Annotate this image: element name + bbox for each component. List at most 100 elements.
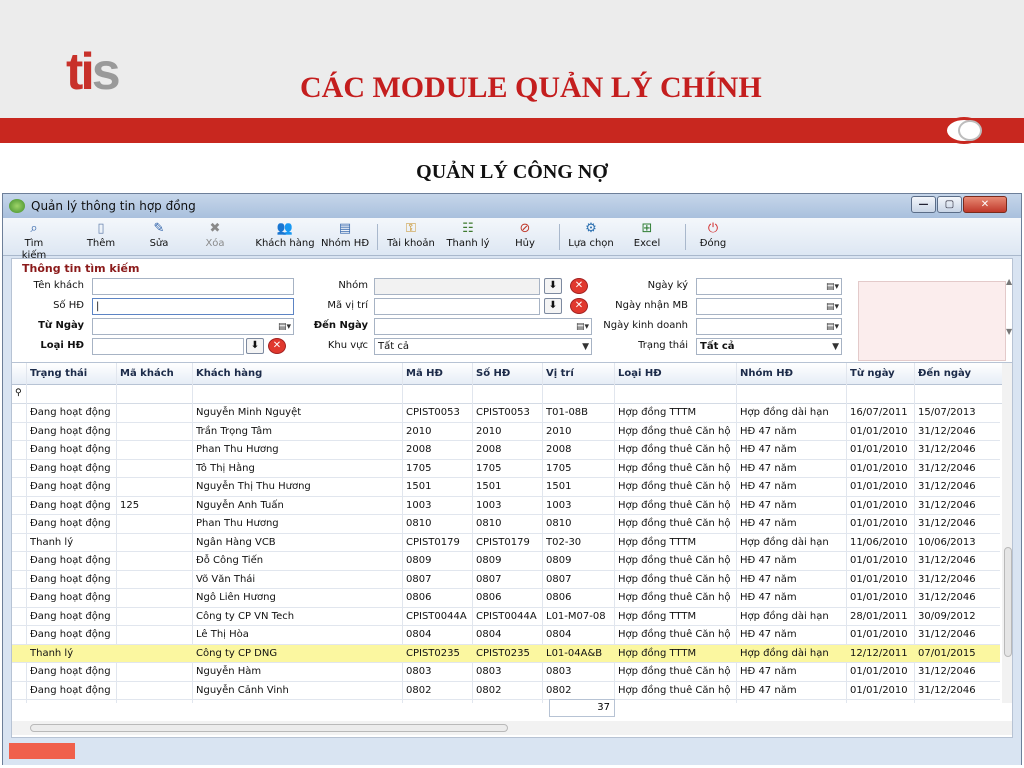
cell-position: 0804 (546, 629, 572, 640)
contract-group-button[interactable]: ▤ Nhóm HĐ (319, 220, 371, 254)
cell-contract-code: 0803 (406, 666, 432, 677)
cell-to-date: 31/12/2046 (918, 592, 976, 603)
cell-position: 1003 (546, 499, 572, 511)
cell-contract-type: Hợp đồng thuê Căn hộ (618, 425, 731, 437)
add-button[interactable]: ▯ Thêm (81, 220, 121, 254)
cell-position: 0810 (546, 518, 572, 529)
sign-date-label: Ngày ký (647, 280, 688, 291)
table-row[interactable]: Đang hoạt động Tô Thị Hằng 1705 1705 1705 Hợp… (12, 460, 1000, 478)
table-row[interactable]: Đang hoạt động Phan Thu Hương 0810 0810 0810… (12, 515, 1000, 534)
column-header-status[interactable]: Trạng thái (30, 367, 87, 381)
customer-button[interactable]: 👥 Khách hàng (255, 220, 315, 254)
receive-date-input[interactable]: ▤▾ (696, 298, 842, 315)
cell-to-date: 31/12/2046 (918, 425, 976, 437)
clear-icon[interactable]: ✕ (570, 278, 588, 294)
table-row[interactable]: Đang hoạt động Nguyễn Hàm 0803 0803 0803 Hợp … (12, 663, 1000, 682)
contract-group-label: Nhóm HĐ (320, 238, 370, 249)
column-header-contract-no[interactable]: Số HĐ (476, 367, 510, 381)
excel-button[interactable]: ⊞ Excel (629, 220, 665, 254)
customer-name-label: Tên khách (33, 280, 84, 291)
cell-position: T02-30 (546, 536, 582, 548)
vertical-scrollbar[interactable] (1002, 363, 1012, 703)
toolbar-separator (685, 224, 686, 250)
liquidate-button[interactable]: ☷ Thanh lý (443, 220, 493, 254)
close-window-button[interactable]: ✕ (963, 196, 1007, 213)
status-select[interactable]: Tất cả ▼ (696, 338, 842, 355)
cell-customer: Phan Thu Hương (196, 444, 279, 455)
cell-customer: Nguyễn Cảnh Vinh (196, 684, 289, 696)
cell-contract-no: CPIST0179 (476, 536, 530, 548)
from-date-input[interactable]: ▤▾ (92, 318, 294, 335)
cell-contract-code: CPIST0044A (406, 610, 467, 622)
search-button[interactable]: ⌕ Tìm kiếm (11, 220, 57, 261)
minimize-button[interactable]: — (911, 196, 936, 213)
table-row[interactable]: Đang hoạt động 125 Nguyễn Anh Tuấn 1003 1003… (12, 497, 1000, 515)
table-row[interactable]: Thanh lý Công ty CP DNG CPIST0235 CPIST0235… (12, 644, 1000, 663)
cell-position: T01-08B (546, 407, 589, 418)
cell-contract-code: CPIST0179 (406, 536, 460, 548)
position-input[interactable] (374, 298, 540, 315)
download-icon[interactable]: ⬇ (544, 298, 562, 314)
calendar-dropdown-icon: ▤▾ (825, 282, 839, 292)
column-header-contract-type[interactable]: Loại HĐ (618, 367, 662, 381)
cell-to-date: 07/01/2015 (918, 647, 976, 659)
table-row[interactable]: Đang hoạt động Phan Thu Hương 2008 2008 2008… (12, 441, 1000, 460)
table-row[interactable]: Đang hoạt động Võ Văn Thái 0807 0807 0807 Hợp… (12, 571, 1000, 589)
delete-button[interactable]: ✖ Xóa (195, 220, 235, 254)
customer-name-input[interactable] (92, 278, 294, 295)
group-input[interactable] (374, 278, 540, 295)
cell-to-date: 31/12/2046 (918, 481, 976, 492)
table-row[interactable]: Đang hoạt động Đỗ Công Tiến 0809 0809 0809 Hợ… (12, 552, 1000, 571)
cell-contract-code: 0810 (406, 518, 432, 529)
download-icon[interactable]: ⬇ (544, 278, 562, 294)
area-select[interactable]: Tất cả ▼ (374, 338, 592, 355)
cell-contract-type: Hợp đồng thuê Căn hộ (618, 499, 731, 511)
contract-no-input[interactable]: | (92, 298, 294, 315)
cell-from-date: 01/01/2010 (850, 555, 908, 566)
table-row[interactable]: Đang hoạt động Nguyễn Cảnh Vinh 0802 0802 08… (12, 682, 1000, 700)
clear-icon[interactable]: ✕ (570, 298, 588, 314)
select-button[interactable]: ⚙ Lựa chọn (565, 220, 617, 254)
table-row[interactable]: Đang hoạt động Ngô Liên Hương 0806 0806 0806… (12, 589, 1000, 608)
clear-icon[interactable]: ✕ (268, 338, 286, 354)
scroll-thumb[interactable] (30, 724, 508, 732)
sign-date-input[interactable]: ▤▾ (696, 278, 842, 295)
cell-contract-no: 1705 (476, 462, 502, 474)
filter-row[interactable]: ⚲ (12, 386, 1012, 404)
scroll-thumb[interactable] (1004, 547, 1012, 657)
table-row[interactable]: Đang hoạt động Nguyễn Minh Nguyệt CPIST005… (12, 404, 1000, 423)
cell-to-date: 15/07/2013 (918, 407, 976, 418)
cancel-button[interactable]: ⊘ Hủy (507, 220, 543, 254)
column-header-from-date[interactable]: Từ ngày (850, 367, 895, 381)
horizontal-scrollbar[interactable] (12, 721, 1012, 735)
column-header-customer-code[interactable]: Mã khách (120, 367, 174, 381)
cell-contract-code: 2008 (406, 444, 432, 455)
column-header-position[interactable]: Vị trí (546, 367, 574, 381)
table-row[interactable]: Đang hoạt động Nguyễn Thị Thu Hương 1501 15… (12, 478, 1000, 497)
column-header-contract-code[interactable]: Mã HĐ (406, 367, 443, 381)
status-value: Tất cả (700, 341, 735, 352)
table-row[interactable]: Đang hoạt động Lê Thị Hòa 0804 0804 0804 Hợp … (12, 626, 1000, 645)
cell-customer: Trần Trọng Tâm (196, 425, 272, 437)
edit-button[interactable]: ✎ Sửa (139, 220, 179, 254)
folder-icon: ▤ (338, 221, 352, 236)
receive-date-label: Ngày nhận MB (615, 300, 688, 311)
column-header-contract-group[interactable]: Nhóm HĐ (740, 367, 793, 381)
panel-scrollbar[interactable]: ▲ ▼ (1006, 277, 1016, 361)
account-button[interactable]: ⚿ Tài khoản (385, 220, 437, 254)
table-row[interactable]: Đang hoạt động Công ty CP VN Tech CPIST004… (12, 608, 1000, 626)
contract-type-input[interactable] (92, 338, 244, 355)
table-row[interactable]: Thanh lý Ngân Hàng VCB CPIST0179 CPIST0179 T… (12, 534, 1000, 552)
column-header-customer[interactable]: Khách hàng (196, 367, 262, 381)
business-date-input[interactable]: ▤▾ (696, 318, 842, 335)
to-date-input[interactable]: ▤▾ (374, 318, 592, 335)
column-header-to-date[interactable]: Đến ngày (918, 367, 971, 381)
close-button[interactable]: ⏻ Đóng (693, 220, 733, 254)
close-icon: ✕ (980, 199, 990, 210)
maximize-button[interactable]: ▢ (937, 196, 962, 213)
checklist-icon: ☷ (462, 221, 474, 236)
table-row[interactable]: Đang hoạt động Trần Trọng Tâm 2010 2010 2010… (12, 423, 1000, 441)
download-icon[interactable]: ⬇ (246, 338, 264, 354)
cell-contract-no: CPIST0053 (476, 407, 530, 418)
cell-position: 0806 (546, 592, 572, 603)
